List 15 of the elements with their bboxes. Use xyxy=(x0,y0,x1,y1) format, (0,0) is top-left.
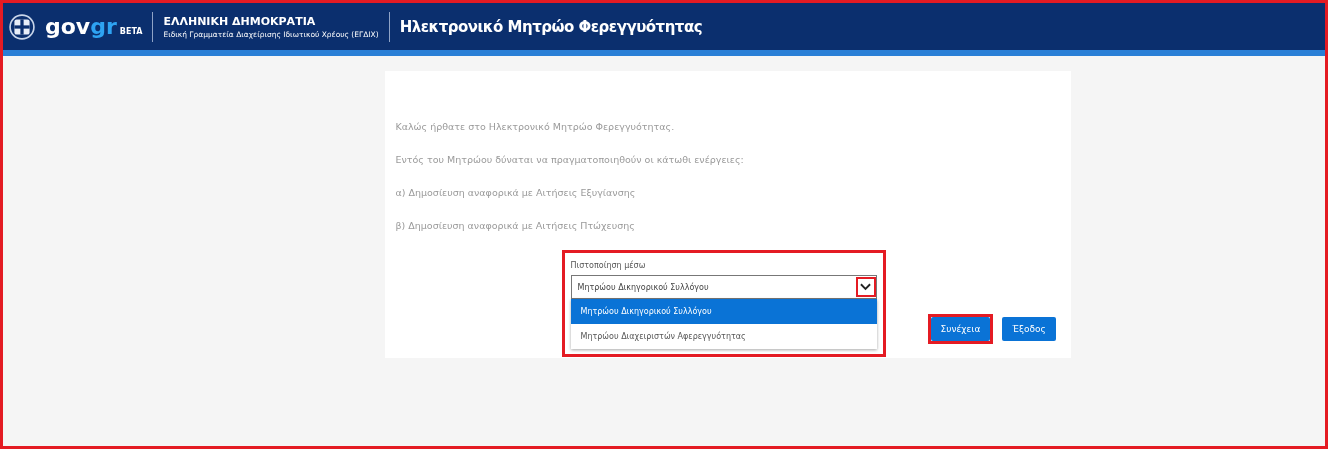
app-title: Ηλεκτρονικό Μητρώο Φερεγγυότητας xyxy=(399,17,703,36)
select-field[interactable]: Μητρώου Δικηγορικού Συλλόγου xyxy=(570,275,877,299)
dropdown-option[interactable]: Μητρώου Διαχειριστών Αφερεγγυότητας xyxy=(570,324,877,349)
exit-button[interactable]: Έξοδος xyxy=(1002,317,1056,341)
continue-button[interactable]: Συνέχεια xyxy=(930,317,991,341)
dropdown-option[interactable]: Μητρώου Δικηγορικού Συλλόγου xyxy=(570,299,877,324)
intro-text: Εντός του Μητρώου δύναται να πραγματοποιηθούν οι κάτωθι ενέργειες: xyxy=(395,154,745,166)
field-label: Πιστοποίηση μέσω xyxy=(570,261,647,270)
emblem-icon xyxy=(9,13,35,40)
chevron-down-icon[interactable] xyxy=(860,283,871,291)
org-title: ΕΛΛΗΝΙΚΗ ΔΗΜΟΚΡΑΤΙΑ xyxy=(163,14,317,28)
intro-text: Καλώς ήρθατε στο Ηλεκτρονικό Μητρώο Φερεγγυότητας. xyxy=(395,121,676,133)
intro-text: α) Δημοσίευση αναφορικά με Αιτήσεις Εξυγίανσης xyxy=(395,187,637,199)
intro-text: β) Δημοσίευση αναφορικά με Αιτήσεις Πτώχευσης xyxy=(395,220,636,232)
logo[interactable]: govgr BETA xyxy=(45,15,143,38)
